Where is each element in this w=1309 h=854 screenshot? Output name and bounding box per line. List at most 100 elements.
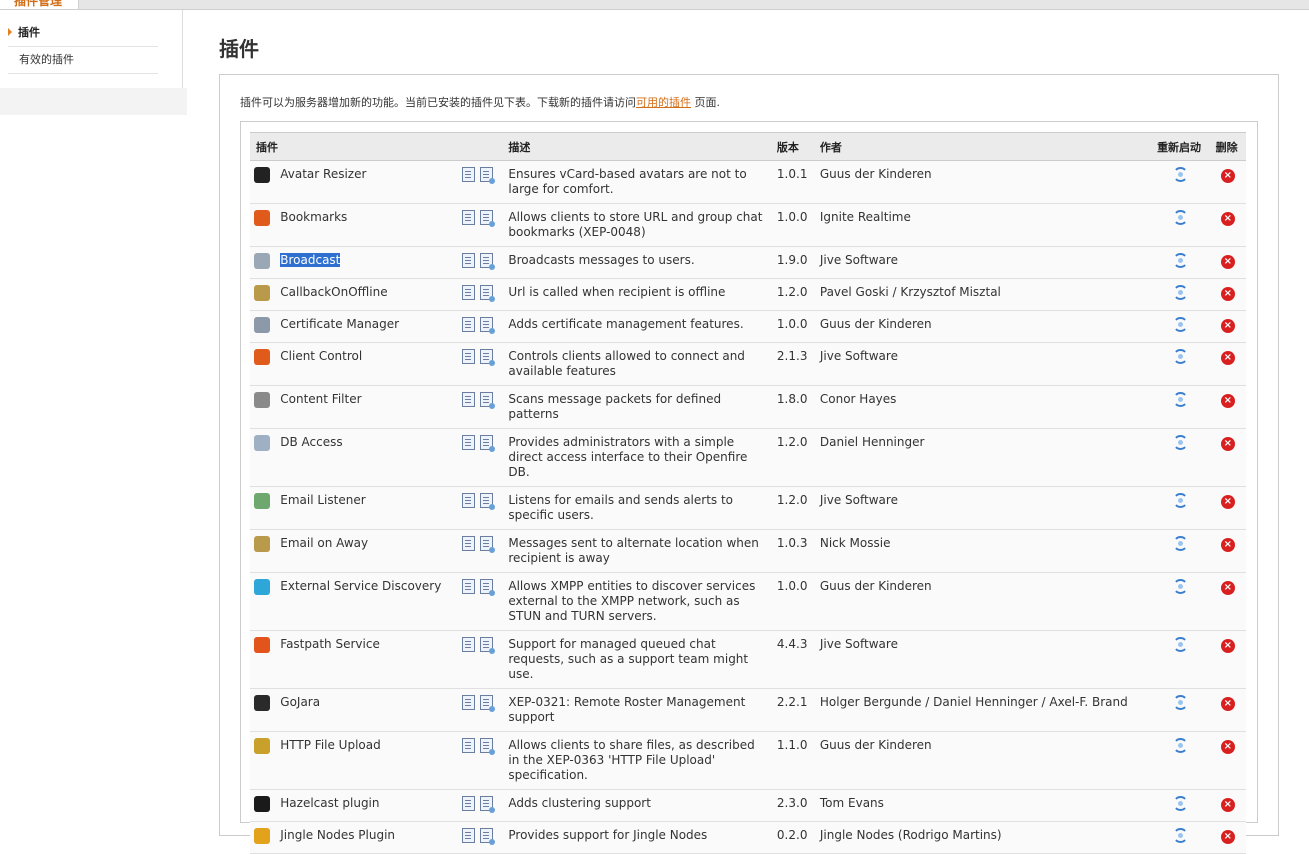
plugin-version: 0.2.0 [770,821,814,854]
restart-icon[interactable] [1172,579,1188,594]
changelog-icon[interactable] [461,167,475,182]
delete-icon[interactable]: × [1220,697,1235,711]
readme-icon[interactable] [479,536,495,553]
changelog-icon[interactable] [461,317,475,332]
plugin-author: Guus der Kinderen [813,160,1152,204]
delete-icon[interactable]: × [1220,581,1235,595]
delete-icon[interactable]: × [1220,830,1235,844]
changelog-icon[interactable] [461,210,475,225]
restart-icon[interactable] [1172,828,1188,843]
restart-icon[interactable] [1172,285,1188,300]
plugin-version: 2.1.3 [770,342,814,386]
readme-icon[interactable] [479,796,495,813]
sidebar-item-plugins[interactable]: 插件 [8,20,158,47]
plugin-version: 1.0.1 [770,160,814,204]
plugin-docs-cell [457,572,503,631]
plugin-version: 4.4.3 [770,630,814,689]
delete-cell: × [1209,731,1246,790]
readme-icon[interactable] [479,828,495,845]
readme-icon[interactable] [479,435,495,452]
restart-icon[interactable] [1172,738,1188,753]
restart-icon[interactable] [1172,167,1188,182]
restart-icon[interactable] [1172,210,1188,225]
readme-icon[interactable] [479,210,495,227]
restart-icon[interactable] [1172,796,1188,811]
restart-icon[interactable] [1172,637,1188,652]
restart-cell [1151,630,1210,689]
restart-icon[interactable] [1172,695,1188,710]
plugin-name: External Service Discovery [280,579,442,593]
plugin-docs-cell [457,342,503,386]
changelog-icon[interactable] [461,536,475,551]
plugin-version: 1.0.0 [770,310,814,343]
delete-icon[interactable]: × [1220,495,1235,509]
plugin-author: Daniel Henninger [813,428,1152,487]
delete-icon[interactable]: × [1220,740,1235,754]
restart-icon[interactable] [1172,392,1188,407]
delete-cell: × [1209,688,1246,732]
delete-icon[interactable]: × [1220,437,1235,451]
plugin-name: Bookmarks [280,210,348,224]
col-header-restart: 重新启动 [1151,132,1210,161]
plugin-author: Conor Hayes [813,385,1152,429]
available-plugins-link[interactable]: 可用的插件 [636,96,691,109]
readme-icon[interactable] [479,637,495,654]
delete-icon[interactable]: × [1220,319,1235,333]
restart-cell [1151,160,1210,204]
changelog-icon[interactable] [461,828,475,843]
changelog-icon[interactable] [461,392,475,407]
delete-icon[interactable]: × [1220,212,1235,226]
plugin-icon-cell [250,789,279,822]
table-row: Email Listener Listens for emails and sen… [250,486,1246,530]
delete-icon[interactable]: × [1220,169,1235,183]
readme-icon[interactable] [479,738,495,755]
readme-icon[interactable] [479,579,495,596]
delete-icon[interactable]: × [1220,798,1235,812]
plugin-icon-cell [250,630,279,689]
plugin-author: Jingle Nodes (Rodrigo Martins) [813,821,1152,854]
plugin-description: Broadcasts messages to users. [502,246,771,279]
readme-icon[interactable] [479,695,495,712]
delete-icon[interactable]: × [1220,394,1235,408]
restart-icon[interactable] [1172,536,1188,551]
readme-icon[interactable] [479,253,495,270]
table-row: Jingle Nodes Plugin Provides support for … [250,821,1246,854]
delete-icon[interactable]: × [1220,351,1235,365]
changelog-icon[interactable] [461,435,475,450]
file-upload-icon [254,738,270,754]
changelog-icon[interactable] [461,349,475,364]
restart-icon[interactable] [1172,317,1188,332]
readme-icon[interactable] [479,285,495,302]
delete-icon[interactable]: × [1220,538,1235,552]
restart-icon[interactable] [1172,253,1188,268]
plugin-name-cell: Hazelcast plugin [278,789,458,822]
changelog-icon[interactable] [461,253,475,268]
restart-icon[interactable] [1172,493,1188,508]
plugin-description: Allows clients to store URL and group ch… [502,203,771,247]
restart-icon[interactable] [1172,349,1188,364]
changelog-icon[interactable] [461,796,475,811]
col-header-author: 作者 [813,132,1152,161]
delete-icon[interactable]: × [1220,287,1235,301]
delete-cell: × [1209,572,1246,631]
readme-icon[interactable] [479,167,495,184]
delete-icon[interactable]: × [1220,639,1235,653]
delete-icon[interactable]: × [1220,255,1235,269]
restart-icon[interactable] [1172,435,1188,450]
changelog-icon[interactable] [461,695,475,710]
plugin-name-cell: Fastpath Service [278,630,458,689]
readme-icon[interactable] [479,392,495,409]
certificate-icon [254,317,270,333]
tab-plugin-management[interactable]: 插件管理 [0,0,79,9]
sidebar-item-available-plugins[interactable]: 有效的插件 [8,47,158,74]
plugin-name-cell: HTTP File Upload [278,731,458,790]
changelog-icon[interactable] [461,579,475,594]
changelog-icon[interactable] [461,637,475,652]
readme-icon[interactable] [479,317,495,334]
readme-icon[interactable] [479,493,495,510]
plugin-docs-cell [457,688,503,732]
readme-icon[interactable] [479,349,495,366]
changelog-icon[interactable] [461,285,475,300]
changelog-icon[interactable] [461,738,475,753]
changelog-icon[interactable] [461,493,475,508]
